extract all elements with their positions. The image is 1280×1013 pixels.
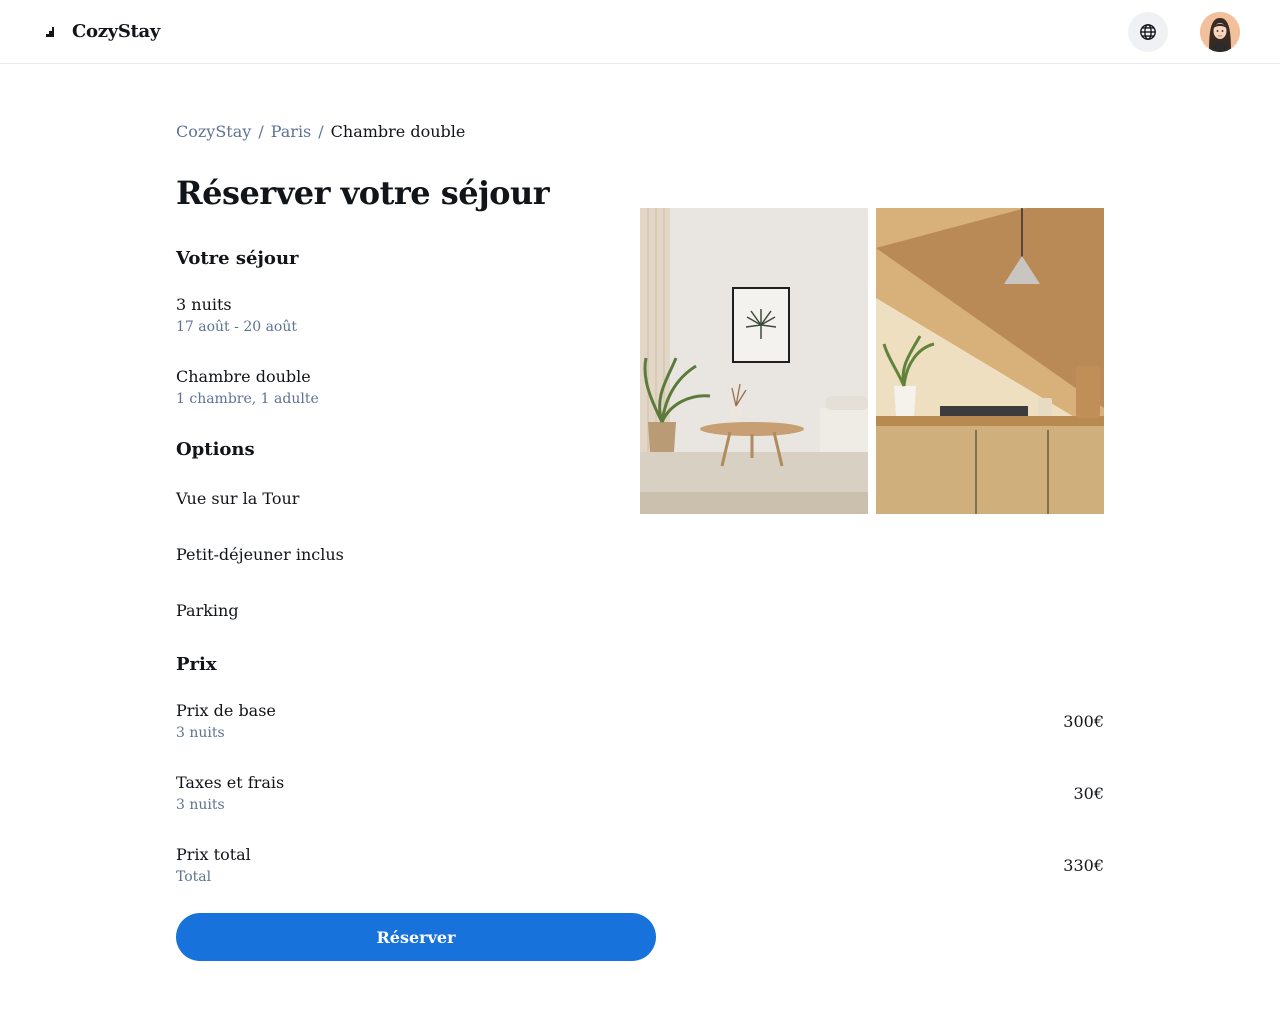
logo-icon (42, 26, 54, 37)
option-parking[interactable]: Parking (176, 601, 239, 620)
room-photos (640, 208, 1104, 514)
page-title: Réserver votre séjour (176, 174, 550, 212)
user-avatar-icon (1200, 11, 1240, 52)
options-heading: Options (176, 439, 255, 460)
globe-icon (1140, 23, 1156, 40)
base-price-label: Prix de base (176, 701, 276, 720)
taxes-label: Taxes et frais (176, 773, 285, 792)
breadcrumb-city[interactable]: Paris (271, 122, 312, 141)
breadcrumb: CozyStay / Paris / Chambre double (176, 122, 465, 141)
language-button[interactable] (1128, 11, 1168, 52)
nights-title: 3 nuits (176, 295, 232, 314)
option-breakfast[interactable]: Petit-déjeuner inclus (176, 545, 344, 564)
total-sub: Total (176, 869, 212, 885)
total-amount: 330€ (1063, 856, 1104, 875)
room-title: Chambre double (176, 367, 311, 386)
living-room-photo[interactable] (640, 208, 868, 514)
avatar[interactable] (1200, 11, 1240, 52)
base-price-sub: 3 nuits (176, 725, 225, 741)
base-price-amount: 300€ (1063, 712, 1104, 731)
stay-dates: 17 août - 20 août (176, 319, 297, 335)
stay-heading: Votre séjour (176, 248, 299, 269)
taxes-sub: 3 nuits (176, 797, 225, 813)
taxes-amount: 30€ (1073, 784, 1104, 803)
kitchen-image (876, 208, 1104, 514)
brand-name: CozyStay (72, 21, 161, 42)
brand[interactable]: CozyStay (40, 21, 160, 42)
living-room-image (640, 208, 868, 514)
reserve-button[interactable]: Réserver (176, 913, 656, 961)
breadcrumb-separator: / (258, 122, 264, 141)
breadcrumb-home[interactable]: CozyStay (176, 122, 251, 141)
kitchen-photo[interactable] (876, 208, 1104, 514)
total-label: Prix total (176, 845, 251, 864)
option-tower-view[interactable]: Vue sur la Tour (176, 489, 299, 508)
top-bar: CozyStay (0, 0, 1280, 64)
breadcrumb-current: Chambre double (330, 122, 466, 141)
room-detail: 1 chambre, 1 adulte (176, 391, 319, 407)
price-heading: Prix (176, 654, 217, 675)
breadcrumb-separator: / (318, 122, 324, 141)
